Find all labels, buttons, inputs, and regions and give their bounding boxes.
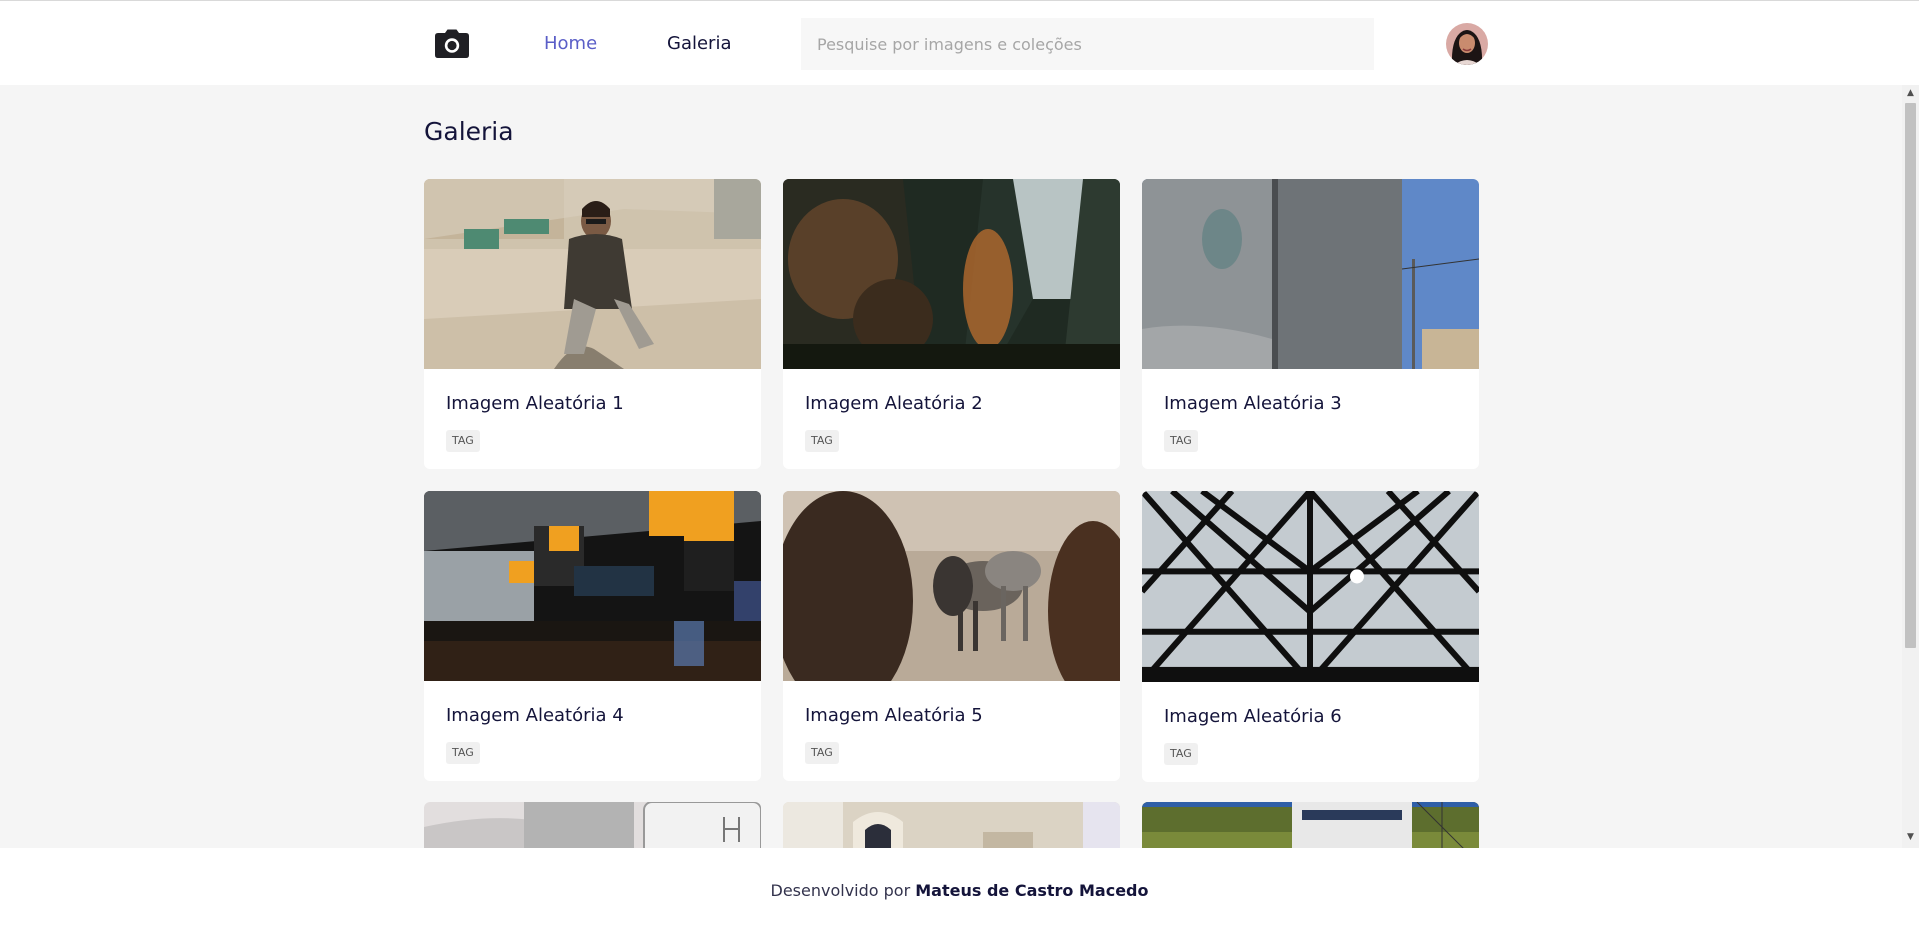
card-image-5[interactable]	[783, 491, 1120, 681]
card-image-8[interactable]	[783, 802, 1120, 848]
search-input[interactable]	[801, 18, 1374, 70]
card-title[interactable]: Imagem Aleatória 6	[1164, 706, 1342, 727]
card-image-3[interactable]	[1142, 179, 1479, 369]
gallery-card-8[interactable]	[783, 802, 1120, 848]
footer-author[interactable]: Mateus de Castro Macedo	[915, 881, 1148, 900]
scroll-up-arrow-icon[interactable]: ▲	[1905, 88, 1916, 98]
card-image-9[interactable]	[1142, 802, 1479, 848]
page-title: Galeria	[424, 117, 514, 146]
gallery-card-2[interactable]: Imagem Aleatória 2 TAG	[783, 179, 1120, 469]
gallery-card-5[interactable]: Imagem Aleatória 5 TAG	[783, 491, 1120, 781]
main-content: Galeria Imagem Aleatória 1 TAG Imagem Al…	[0, 85, 1902, 848]
card-tag[interactable]: TAG	[446, 742, 480, 764]
user-avatar[interactable]	[1446, 23, 1488, 65]
card-image-6[interactable]	[1142, 491, 1479, 682]
gallery-card-4[interactable]: Imagem Aleatória 4 TAG	[424, 491, 761, 781]
card-title[interactable]: Imagem Aleatória 3	[1164, 393, 1342, 414]
card-image-1[interactable]	[424, 179, 761, 369]
footer: Desenvolvido por Mateus de Castro Macedo	[0, 848, 1919, 932]
card-title[interactable]: Imagem Aleatória 5	[805, 705, 983, 726]
card-title[interactable]: Imagem Aleatória 2	[805, 393, 983, 414]
camera-icon[interactable]	[434, 29, 470, 59]
card-tag[interactable]: TAG	[805, 742, 839, 764]
card-tag[interactable]: TAG	[1164, 430, 1198, 452]
card-title[interactable]: Imagem Aleatória 1	[446, 393, 624, 414]
card-title[interactable]: Imagem Aleatória 4	[446, 705, 624, 726]
gallery-card-1[interactable]: Imagem Aleatória 1 TAG	[424, 179, 761, 469]
nav-gallery-link[interactable]: Galeria	[667, 31, 732, 57]
card-tag[interactable]: TAG	[805, 430, 839, 452]
scroll-down-arrow-icon[interactable]: ▼	[1905, 832, 1916, 842]
gallery-card-3[interactable]: Imagem Aleatória 3 TAG	[1142, 179, 1479, 469]
gallery-card-7[interactable]	[424, 802, 761, 848]
gallery-card-6[interactable]: Imagem Aleatória 6 TAG	[1142, 491, 1479, 782]
card-image-4[interactable]	[424, 491, 761, 681]
card-image-2[interactable]	[783, 179, 1120, 369]
footer-prefix: Desenvolvido por	[770, 881, 911, 900]
card-tag[interactable]: TAG	[446, 430, 480, 452]
scrollbar-thumb[interactable]	[1905, 103, 1916, 648]
top-navigation-bar: Home Galeria	[0, 0, 1919, 85]
card-image-7[interactable]	[424, 802, 761, 848]
gallery-card-9[interactable]	[1142, 802, 1479, 848]
footer-credit: Desenvolvido por Mateus de Castro Macedo	[0, 881, 1919, 900]
nav-home-link[interactable]: Home	[544, 31, 597, 57]
card-tag[interactable]: TAG	[1164, 743, 1198, 765]
